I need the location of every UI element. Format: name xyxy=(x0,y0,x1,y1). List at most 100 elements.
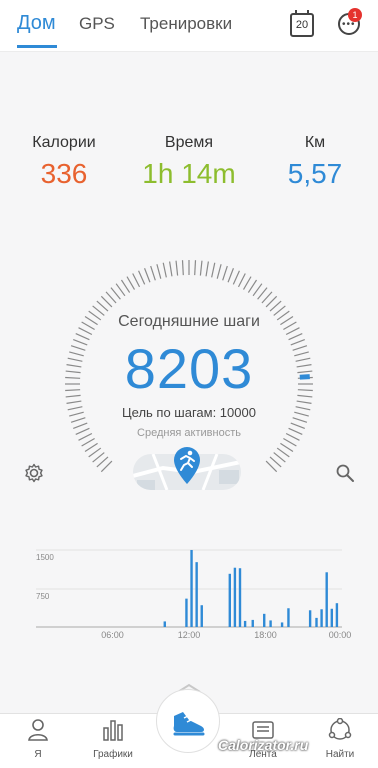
chart-bar xyxy=(325,572,328,627)
calories-value: 336 xyxy=(40,158,88,189)
y-tick-750: 750 xyxy=(36,592,50,601)
gauge-tick xyxy=(144,268,151,283)
chart-bar xyxy=(320,609,323,627)
chart-bar xyxy=(243,620,247,627)
gauge-tick xyxy=(132,273,141,288)
gauge-tick xyxy=(280,442,294,453)
x-tick-label: 00:00 xyxy=(329,630,352,640)
gauge-tick xyxy=(265,460,278,473)
gauge-tick xyxy=(100,295,113,308)
gauge-tick xyxy=(175,260,179,276)
gauge-tick xyxy=(88,447,102,458)
gauge-tick xyxy=(169,261,173,277)
nav-find[interactable]: Найти xyxy=(310,717,370,760)
gauge-tick xyxy=(194,260,197,276)
gauge-tick xyxy=(276,447,290,458)
calories-label: Калории xyxy=(32,134,96,151)
x-tick-label: 06:00 xyxy=(101,630,124,640)
gauge-tick xyxy=(296,400,312,404)
gauge-tick xyxy=(252,283,263,297)
activity-level: Средняя активность xyxy=(137,427,241,439)
chart-bar xyxy=(280,622,284,627)
bar-chart-icon xyxy=(103,720,123,741)
gauge-tick xyxy=(261,291,273,304)
time-stat: Время 1h 14m xyxy=(138,134,240,190)
gauge-tick xyxy=(110,287,121,300)
top-bar: Дом GPS Тренировки 20 ••• 1 xyxy=(0,0,378,52)
nav-me-label: Я xyxy=(34,749,42,760)
gauge-tick xyxy=(269,456,282,468)
gauge-tick xyxy=(81,437,95,447)
steps-chart: 1500 750 06:00 12:00 18:00 00:00 xyxy=(36,549,351,640)
tab-home[interactable]: Дом xyxy=(17,12,56,35)
search-icon[interactable] xyxy=(335,463,355,483)
gauge-tick xyxy=(66,400,82,404)
start-workout-button[interactable] xyxy=(156,689,220,753)
gauge-tick xyxy=(237,273,246,288)
nav-me[interactable]: Я xyxy=(8,718,68,760)
calendar-day: 20 xyxy=(295,19,309,31)
nav-charts[interactable]: Графики xyxy=(83,718,143,760)
gauge-tick xyxy=(199,260,203,276)
gauge-tick xyxy=(126,276,136,290)
gauge-tick xyxy=(216,264,222,279)
gauge-tick xyxy=(115,283,126,297)
gauge-tick xyxy=(222,265,228,281)
gauge-tick xyxy=(181,260,184,276)
gauge-tick xyxy=(242,276,252,290)
watermark-text: Calorizator.ru xyxy=(218,737,309,753)
notification-badge: 1 xyxy=(348,8,362,22)
steps-count: 8203 xyxy=(124,337,254,400)
chart-bar xyxy=(200,605,203,627)
gauge-tick xyxy=(227,268,234,283)
gauge-tick xyxy=(105,291,117,304)
running-location-icon[interactable] xyxy=(172,446,202,486)
gauge-tick xyxy=(120,279,131,293)
steps-title: Сегодняшние шаги xyxy=(118,313,260,330)
gauge-tick xyxy=(257,287,268,300)
person-icon xyxy=(28,719,48,741)
chart-bar xyxy=(190,549,193,627)
gauge-tick xyxy=(96,300,109,312)
chart-bar xyxy=(238,568,242,627)
gauge-tick xyxy=(156,264,162,279)
gauge-tick xyxy=(283,437,297,447)
steps-goal: Цель по шагам: 10000 xyxy=(122,405,256,420)
chart-bar xyxy=(330,608,333,627)
chart-bar xyxy=(233,567,237,627)
gauge-tick xyxy=(232,270,240,285)
gauge-tick xyxy=(96,456,109,468)
gauge-tick xyxy=(150,265,156,281)
nav-find-label: Найти xyxy=(325,749,355,760)
chart-bar xyxy=(287,608,290,627)
gauge-tick xyxy=(84,442,98,453)
y-tick-1500: 1500 xyxy=(36,553,54,562)
calendar-icon[interactable]: 20 xyxy=(290,10,314,37)
people-icon xyxy=(328,717,352,740)
x-tick-label: 12:00 xyxy=(178,630,201,640)
gauge-tick xyxy=(138,270,146,285)
chart-bar xyxy=(228,573,231,627)
distance-stat: Км 5,57 xyxy=(280,134,350,190)
chart-bar xyxy=(308,610,312,627)
distance-label: Км xyxy=(304,134,326,151)
shoe-icon xyxy=(173,712,205,736)
chart-x-ticks: 06:00 12:00 18:00 00:00 xyxy=(101,630,351,640)
chart-bar xyxy=(335,603,339,627)
calories-stat: Калории 336 xyxy=(22,134,106,190)
gauge-tick xyxy=(162,262,167,278)
time-label: Время xyxy=(164,134,214,151)
gauge-tick xyxy=(211,262,216,278)
chart-bar xyxy=(195,562,198,627)
chart-bar xyxy=(315,617,318,627)
tab-workouts[interactable]: Тренировки xyxy=(140,14,232,34)
distance-value: 5,57 xyxy=(287,158,343,189)
gauge-tick xyxy=(92,452,105,463)
tab-home-indicator xyxy=(17,45,57,48)
settings-icon[interactable] xyxy=(24,463,44,483)
chart-bar xyxy=(163,621,166,627)
nav-charts-label: Графики xyxy=(93,749,133,760)
x-tick-label: 18:00 xyxy=(254,630,277,640)
tab-gps[interactable]: GPS xyxy=(79,14,115,34)
chart-bar xyxy=(269,620,272,627)
